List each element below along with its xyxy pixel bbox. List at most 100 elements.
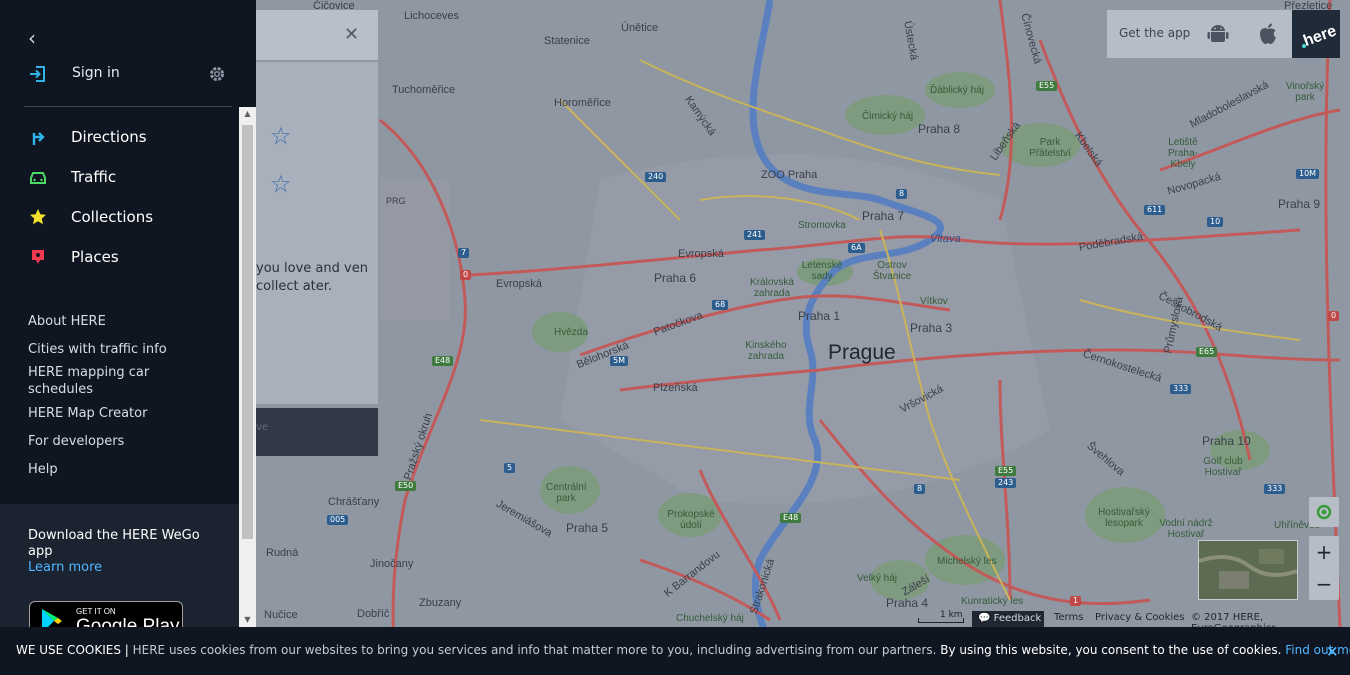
sidebar-item-directions[interactable]: Directions xyxy=(28,124,238,150)
developers-link[interactable]: For developers xyxy=(28,433,218,450)
find-out-more-link[interactable]: Find out more xyxy=(1285,643,1350,657)
zoom-in-button[interactable]: + xyxy=(1309,536,1339,568)
star-icon: ☆ xyxy=(270,170,292,198)
road-shield: 243 xyxy=(995,478,1017,488)
cookie-body: HERE uses cookies from our websites to b… xyxy=(132,643,937,657)
road-shield: 7 xyxy=(458,248,470,258)
map-label: Michelský les xyxy=(937,556,997,567)
cookie-separator: | xyxy=(120,643,133,657)
map-label: Praha 4 xyxy=(886,596,929,610)
help-link[interactable]: Help xyxy=(28,461,218,478)
sidebar-item-places[interactable]: Places xyxy=(28,244,238,270)
map-label: Praha 8 xyxy=(918,122,961,136)
android-icon[interactable] xyxy=(1207,23,1229,45)
panel-action-button[interactable]: ve xyxy=(256,408,378,456)
get-app-label: Get the app xyxy=(1119,26,1191,40)
map-label: Praha 6 xyxy=(654,271,697,285)
cookie-consent: By using this website, you consent to th… xyxy=(936,643,1282,657)
mapping-car-schedules-link[interactable]: HERE mapping car schedules xyxy=(28,364,218,398)
scroll-up-arrow-icon[interactable]: ▲ xyxy=(239,107,256,121)
road-shield: 241 xyxy=(744,230,766,240)
sidebar-item-label: Collections xyxy=(71,208,154,226)
here-logo[interactable]: here xyxy=(1292,10,1340,58)
road-shield: 10 xyxy=(1207,217,1224,227)
close-icon[interactable]: ✕ xyxy=(344,24,359,45)
cookie-text: WE USE COOKIES | HERE uses cookies from … xyxy=(16,643,1350,657)
terms-link[interactable]: Terms xyxy=(1054,612,1083,623)
sidebar-scrollbar[interactable]: ▲ ▼ xyxy=(239,107,256,627)
map-label: Praha 7 xyxy=(862,209,905,223)
map-label: Evropská xyxy=(678,248,724,260)
road-shield: E55 xyxy=(1036,81,1058,91)
panel-button-label: ve xyxy=(256,422,269,433)
map-label: Únětice xyxy=(621,22,659,34)
apple-icon[interactable] xyxy=(1257,22,1279,46)
road-shield: E50 xyxy=(395,481,417,491)
privacy-link[interactable]: Privacy & Cookies xyxy=(1095,612,1185,623)
road-shield: 333 xyxy=(1170,384,1192,394)
about-here-link[interactable]: About HERE xyxy=(28,313,218,330)
road-shield: 5 xyxy=(504,463,516,473)
gear-icon[interactable] xyxy=(207,64,227,84)
map-creator-link[interactable]: HERE Map Creator xyxy=(28,405,218,422)
map-label: Ďáblický háj xyxy=(930,85,984,96)
map-label: Dobříč xyxy=(357,608,390,620)
scroll-down-arrow-icon[interactable]: ▼ xyxy=(239,613,256,627)
road-shield: 10M xyxy=(1296,169,1320,179)
chevron-left-icon[interactable]: ‹ xyxy=(28,26,48,50)
download-app-section: Download the HERE WeGo app Learn more GE… xyxy=(0,504,239,628)
panel-header: ✕ xyxy=(256,10,378,60)
map-label: Ostrov Štvanice xyxy=(872,260,912,282)
map-label: Letenské sady xyxy=(801,260,843,282)
scale-bar xyxy=(918,618,964,623)
road-shield: E48 xyxy=(780,513,802,523)
sidebar-item-traffic[interactable]: Traffic xyxy=(28,164,238,190)
map-label: Horoměřice xyxy=(554,97,611,109)
road-shield: 0 xyxy=(1328,311,1340,321)
sign-in-label: Sign in xyxy=(72,65,120,81)
road-shield: 6A xyxy=(848,243,865,253)
map-label: Chrášťany xyxy=(328,496,380,508)
locate-icon xyxy=(1316,504,1332,520)
feedback-label: Feedback xyxy=(993,613,1042,624)
learn-more-link[interactable]: Learn more xyxy=(28,560,102,575)
google-play-badge[interactable]: GET IT ON Google Play xyxy=(29,601,183,628)
sign-in-icon xyxy=(30,66,45,82)
sidebar-item-collections[interactable]: Collections xyxy=(28,204,238,230)
collections-star-icon xyxy=(30,209,46,225)
collections-panel: ✕ ☆ ☆ you love and ven collect ater. ve xyxy=(256,10,378,456)
feedback-icon: 💬 xyxy=(978,613,994,624)
traffic-car-icon xyxy=(30,172,46,184)
road-shield: E55 xyxy=(995,466,1017,476)
cities-traffic-link[interactable]: Cities with traffic info xyxy=(28,341,218,358)
locate-me-button[interactable] xyxy=(1309,497,1339,527)
road-shield: 333 xyxy=(1264,484,1286,494)
map-label: Golf club Hostivař xyxy=(1203,456,1243,478)
satellite-view-toggle[interactable] xyxy=(1198,540,1298,600)
map-label: Praha 1 xyxy=(798,309,841,323)
map-label: Královská zahrada xyxy=(750,277,794,299)
map-label: Praha 3 xyxy=(910,321,953,335)
divider xyxy=(24,106,232,107)
badge-small-text: GET IT ON xyxy=(76,607,116,616)
map-label: Vodní nádrž Hostivař xyxy=(1159,518,1213,540)
map-scale: 1 km xyxy=(918,610,964,623)
map-city-label: Prague xyxy=(828,341,896,364)
map-label: Čimický háj xyxy=(862,111,914,122)
map-label: Evropská xyxy=(496,278,542,290)
feedback-button[interactable]: 💬 Feedback xyxy=(972,611,1044,627)
map-label: Praha 9 xyxy=(1278,197,1321,211)
zoom-out-button[interactable]: − xyxy=(1309,568,1339,600)
road-shield: 8 xyxy=(914,484,926,494)
map-label: Kinského zahrada xyxy=(745,340,787,362)
map-label: Rudná xyxy=(266,547,299,559)
sidebar-item-label: Places xyxy=(71,248,119,266)
zoom-controls: + − xyxy=(1309,536,1339,600)
download-title: Download the HERE WeGo app xyxy=(28,528,200,559)
close-icon[interactable]: × xyxy=(1326,642,1339,660)
sidebar-item-label: Directions xyxy=(71,128,147,146)
map-label: Jinočany xyxy=(370,558,414,570)
scrollbar-thumb[interactable] xyxy=(242,125,253,539)
map-label: Tuchoměřice xyxy=(392,84,456,96)
places-pin-icon xyxy=(32,250,44,264)
